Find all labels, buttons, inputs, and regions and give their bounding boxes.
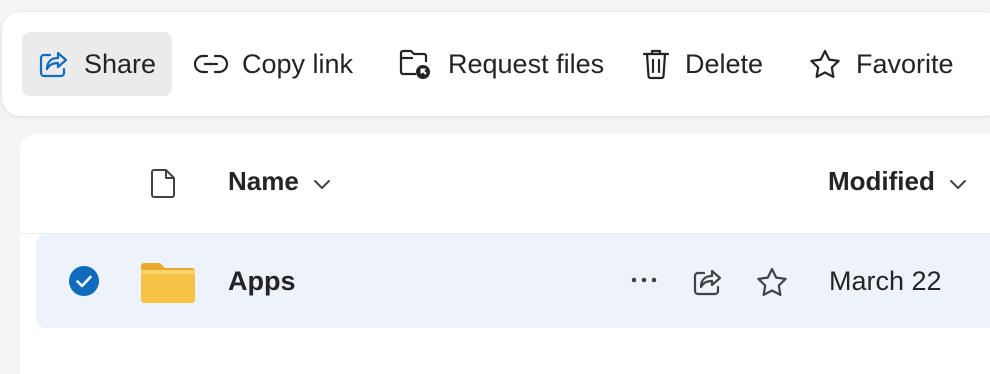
column-header-name-label: Name [228,166,299,196]
chevron-down-icon [313,166,331,197]
star-icon[interactable] [755,266,789,303]
delete-label: Delete [685,48,764,79]
copy-link-label: Copy link [242,48,354,79]
share-icon [38,49,70,79]
trash-icon [641,47,671,81]
list-header: Name Modified [20,134,990,234]
column-header-modified[interactable]: Modified [828,166,967,197]
file-list: Name Modified Apps March 22 [20,134,990,374]
share-icon[interactable] [692,267,724,302]
column-header-name[interactable]: Name [228,166,331,197]
favorite-label: Favorite [856,48,954,79]
favorite-button[interactable]: Favorite [792,32,970,96]
chevron-down-icon [949,166,967,197]
delete-button[interactable]: Delete [625,32,779,96]
table-row[interactable]: Apps March 22 [36,234,990,328]
request-files-label: Request files [448,48,605,79]
link-icon [194,53,228,75]
row-modified: March 22 [829,266,942,296]
share-label: Share [84,48,157,79]
row-select-checkbox[interactable] [68,265,100,302]
command-bar: Share Copy link Request files Delete Fav… [2,12,990,116]
folder-icon [139,262,197,309]
more-actions-icon[interactable] [630,270,658,295]
row-name[interactable]: Apps [228,266,296,297]
file-type-icon[interactable] [150,167,178,204]
share-button[interactable]: Share [22,32,173,96]
folder-request-icon [398,47,434,81]
column-header-modified-label: Modified [828,166,935,196]
request-files-button[interactable]: Request files [382,32,620,96]
copy-link-button[interactable]: Copy link [178,32,369,96]
star-icon [808,48,842,80]
